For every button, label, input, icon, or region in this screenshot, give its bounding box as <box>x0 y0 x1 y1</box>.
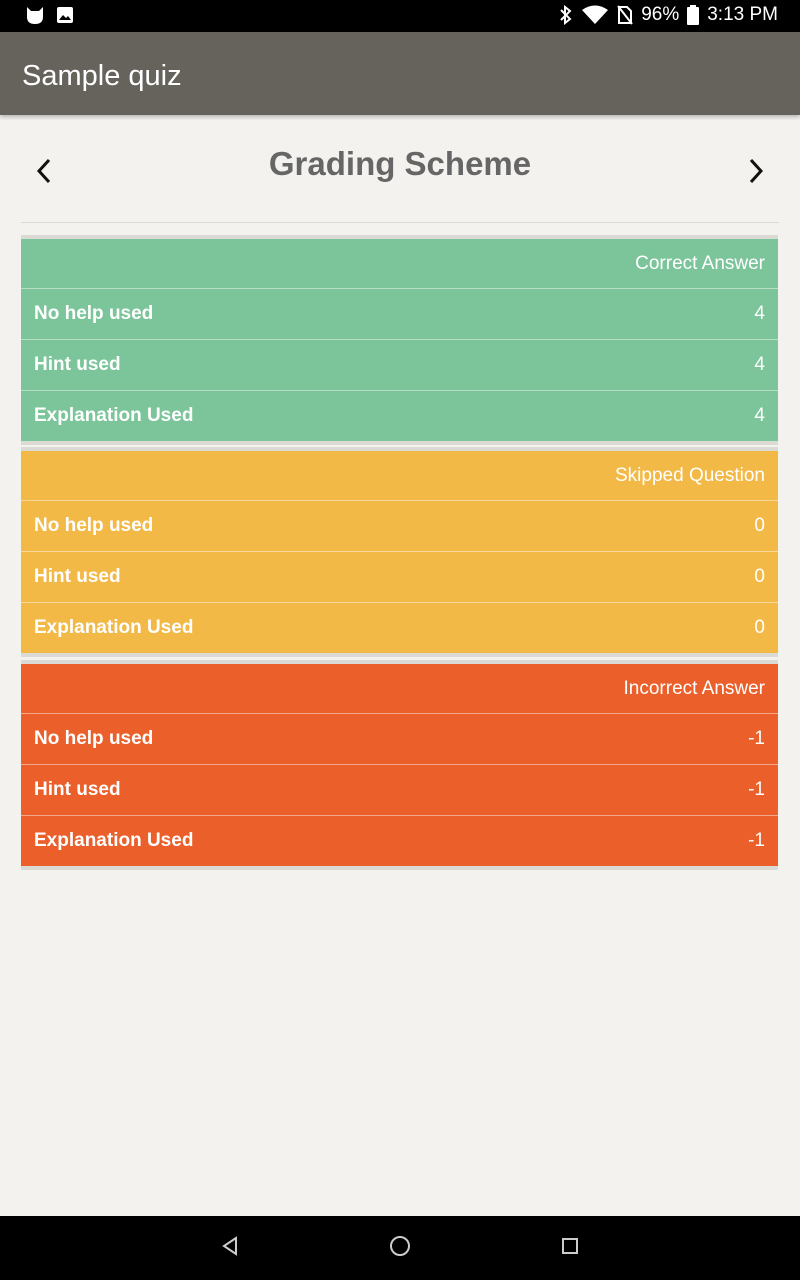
battery-percent: 96% <box>641 4 680 25</box>
row-label: No help used <box>34 515 154 536</box>
group-header: Incorrect Answer <box>21 664 778 714</box>
score-row: Hint used -1 <box>21 765 778 816</box>
row-label: Explanation Used <box>34 617 194 638</box>
row-value: 0 <box>754 617 765 638</box>
row-value: 0 <box>754 566 765 587</box>
status-bar: 96% 3:13 PM <box>0 0 800 32</box>
image-icon <box>56 6 74 24</box>
row-value: 4 <box>754 303 765 324</box>
app-title: Sample quiz <box>22 60 182 92</box>
no-sim-icon <box>617 5 633 25</box>
row-value: -1 <box>748 830 765 851</box>
home-button[interactable] <box>388 1235 412 1262</box>
score-row: No help used 0 <box>21 501 778 552</box>
row-label: Hint used <box>34 354 121 375</box>
row-label: Hint used <box>34 566 121 587</box>
clock: 3:13 PM <box>707 4 778 25</box>
score-row: Hint used 4 <box>21 340 778 391</box>
score-row: Explanation Used -1 <box>21 816 778 866</box>
row-label: Explanation Used <box>34 405 194 426</box>
correct-answer-group: Correct Answer No help used 4 Hint used … <box>21 235 778 445</box>
row-value: 4 <box>754 354 765 375</box>
recents-button[interactable] <box>558 1236 582 1260</box>
row-value: 0 <box>754 515 765 536</box>
grading-header: Grading Scheme <box>21 115 779 223</box>
battery-icon <box>687 5 700 25</box>
next-button[interactable] <box>737 153 777 193</box>
page-title: Grading Scheme <box>268 145 532 182</box>
bluetooth-icon <box>559 5 573 25</box>
score-row: No help used 4 <box>21 289 778 340</box>
content: Grading Scheme Correct Answer No help us… <box>0 115 800 1216</box>
back-triangle-icon <box>219 1235 241 1262</box>
home-circle-icon <box>389 1235 411 1262</box>
row-label: No help used <box>34 303 154 324</box>
row-value: 4 <box>754 405 765 426</box>
chevron-right-icon <box>748 157 766 190</box>
score-row: Explanation Used 4 <box>21 391 778 441</box>
system-nav-bar <box>0 1216 800 1280</box>
recents-square-icon <box>560 1236 580 1261</box>
score-row: Hint used 0 <box>21 552 778 603</box>
skipped-question-group: Skipped Question No help used 0 Hint use… <box>21 447 778 657</box>
row-value: -1 <box>748 779 765 800</box>
wifi-icon <box>581 5 609 25</box>
back-button[interactable] <box>218 1235 242 1262</box>
app-bar: Sample quiz <box>0 32 800 115</box>
cat-icon <box>24 5 46 25</box>
row-label: Hint used <box>34 779 121 800</box>
group-header: Correct Answer <box>21 239 778 289</box>
score-row: No help used -1 <box>21 714 778 765</box>
group-header: Skipped Question <box>21 451 778 501</box>
incorrect-answer-group: Incorrect Answer No help used -1 Hint us… <box>21 660 778 870</box>
row-value: -1 <box>748 728 765 749</box>
score-row: Explanation Used 0 <box>21 603 778 653</box>
row-label: No help used <box>34 728 154 749</box>
row-label: Explanation Used <box>34 830 194 851</box>
